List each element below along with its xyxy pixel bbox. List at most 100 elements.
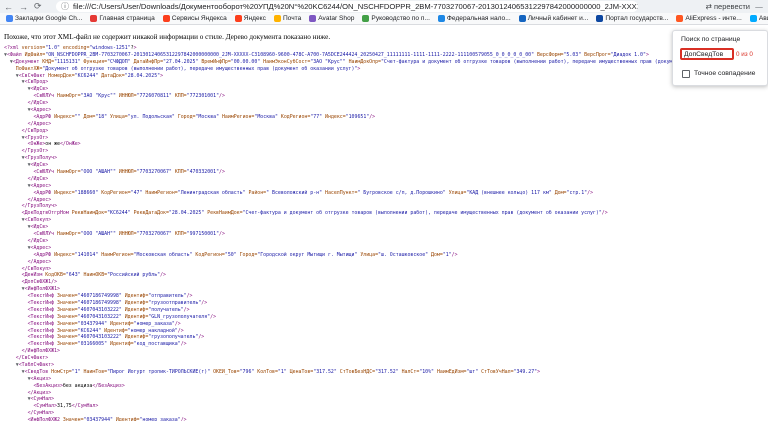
xml-line[interactable]: ▼<СвПокуп> [4,217,768,224]
translate-icon: ⇄ [705,2,712,11]
find-match-count: 0 из 0 [736,51,753,58]
bookmark-item[interactable]: Федеральная нало... [434,15,515,22]
bookmark-item[interactable]: AliExpress - инте... [672,15,745,22]
translate-label: перевести [713,2,750,11]
xml-line: ПоФактХЖ="Документ об отгрузке товаров (… [12,65,361,72]
xml-line: <АдрРФ Индекс="" Дом="18" Улица="ул. Под… [33,113,376,120]
find-in-page-popup: Поиск по странице ДопСведТов 0 из 0 Точн… [672,30,768,86]
bookmark-item[interactable]: Закладки Google Ch... [2,15,86,22]
xml-line[interactable]: ▼<Акциз> [4,376,768,383]
xml-line[interactable]: ▼<Адрес> [4,183,768,190]
xml-line[interactable]: ▼<ГрузПолуч> [4,155,768,162]
bookmark-item[interactable]: Почта [270,15,305,22]
bookmark-favicon-icon [6,15,13,22]
find-input[interactable]: ДопСведТов [680,48,734,60]
xml-line: </Адрес> [27,196,52,203]
xml-line: </Адрес> [27,258,52,265]
xml-line[interactable]: ▼<ИдСв> [4,224,768,231]
address-text[interactable]: file:///C:/Users/User/Downloads/Документ… [73,2,638,11]
bookmark-label: Авито | Объявле... [758,15,768,22]
bookmark-favicon-icon [437,15,445,22]
bookmark-favicon-icon [90,15,98,22]
bookmark-label: Портал государств... [605,15,669,22]
bookmark-item[interactable]: Главная страница [86,15,158,22]
bookmark-label: Закладки Google Ch... [15,15,83,22]
bookmark-item[interactable]: Руководство по п... [358,15,434,22]
xml-line: <БезАкциз>без акциза</БезАкциз> [33,382,125,389]
bookmark-label: Сервисы Яндекса [171,15,227,22]
xml-line: <АдрРФ Индекс="188660" КодРегион="47" На… [33,189,594,196]
xml-line: <ТекстИнф Значен="4607186749998" Идентиф… [27,293,193,300]
back-button[interactable]: ← [4,2,13,12]
xml-line: <ТекстИнф Значен="4607186749998" Идентиф… [27,299,208,306]
xml-line: <ТекстИнф Значен="03166005" Идентиф="код… [27,341,187,348]
xml-line: </ИнфПолФХЖ1> [21,348,60,355]
xml-line: </СвСчФакт> [15,355,49,362]
bookmark-favicon-icon [162,15,170,22]
xml-tree: <?xml version="1.0" encoding="windows-12… [4,45,768,421]
xml-line[interactable]: ▼<Адрес> [4,245,768,252]
toolbar-right: ⇄ перевести — [638,2,768,11]
xml-line[interactable]: ▼<Документ КНД="1115131" Функция="СЧФДОП… [4,59,768,66]
xml-line[interactable]: ▼<Адрес> [4,107,768,114]
xml-line: </ГрузПолуч> [21,203,58,210]
xml-line[interactable]: ▼<СвПрод> [4,79,768,86]
xml-line: </СвПокуп> [21,265,52,272]
bookmark-favicon-icon [362,15,370,22]
bookmark-item[interactable]: Портал государств... [592,15,672,22]
xml-line[interactable]: ▼<ИнфПолФХЖ1> [4,286,768,293]
xml-style-notice: Похоже, что этот XML-файл не содержит ни… [4,33,331,41]
bookmark-label: Руководство по п... [371,15,430,22]
xml-line: </СумНал> [27,410,55,417]
xml-line[interactable]: ▼<СумНал> [4,396,768,403]
bookmark-favicon-icon [309,15,317,22]
xml-line: <СумНал>31,75</СумНал> [33,403,99,410]
xml-line[interactable]: ▼<ТаблСчФакт> [4,362,768,369]
bookmarks-bar: Закладки Google Ch... Главная страница Сер… [0,13,768,25]
xml-line: <СвЮЛУч НаимОрг="ООО "АШАН"" ИННЮЛ="7703… [33,169,225,176]
bookmark-label: Главная страница [99,15,155,22]
xml-line[interactable]: ▼<СвСчФакт НомерДок="KC6244" ДатаДок="28… [4,73,768,80]
xml-line: <ТекстИнф Значен="4607043103222" Идентиф… [27,334,205,341]
xml-line: <СвЮЛУч НаимОрг="ООО "АШАН"" ИННЮЛ="7703… [33,231,225,238]
bookmark-label: AliExpress - инте... [685,15,742,22]
xml-line[interactable]: ▼<ИдСв> [4,162,768,169]
xml-line[interactable]: ▼<Файл ИдФайл="ON_NSCHFDOPPR_2BM-7703270… [4,52,768,59]
xml-line[interactable]: ▼<ГрузОт> [4,135,768,142]
bookmark-item[interactable]: Личный кабинет и... [515,15,593,22]
xml-line: </Акциз> [27,389,52,396]
bookmark-item[interactable]: Avatar Shop [305,15,358,22]
xml-line: <ТекстИнф Значен="4607043103222" Идентиф… [27,306,190,313]
xml-line: </ИдСв> [27,100,49,107]
exact-match-label[interactable]: Точное совпадение [694,70,755,77]
xml-line: <ТекстИнф Значен="03437944" Идентиф="ном… [27,320,181,327]
forward-button[interactable]: → [19,2,28,12]
xml-line: <АдрРФ Индекс="141014" НаимРегион="Моско… [33,251,458,258]
address-bar[interactable]: ⓘ file:///C:/Users/User/Downloads/Докуме… [56,1,638,12]
minimize-icon[interactable]: — [754,2,764,11]
bookmark-item[interactable]: Сервисы Яндекса [159,15,231,22]
bookmark-favicon-icon [749,15,757,22]
info-icon[interactable]: ⓘ [61,1,69,12]
xml-line[interactable]: ▼<СведТов НомСтр="1" НаимТов="Пирог Йогу… [4,369,768,376]
bookmark-label: Почта [282,15,302,22]
xml-line: </СвПрод> [21,127,49,134]
xml-line: </ГрузОт> [21,148,49,155]
bookmark-favicon-icon [596,15,604,22]
xml-line: <ИнфПолФХЖ2 Значен="03437944" Идентиф="н… [27,417,187,421]
translate-button[interactable]: ⇄ перевести [706,2,750,11]
xml-line: </ИдСв> [27,237,49,244]
bookmark-item[interactable]: Яндекс [231,15,270,22]
find-title: Поиск по странице [681,36,741,43]
bookmark-label: Яндекс [243,15,266,22]
bookmark-label: Личный кабинет и... [527,15,589,22]
xml-line[interactable]: ▼<ИдСв> [4,86,768,93]
bookmark-label: Федеральная нало... [446,15,511,22]
xml-line: <СвЮЛУч НаимОрг="ЗАО "Крус"" ИННЮЛ="7726… [33,93,225,100]
xml-line: <?xml version="1.0" encoding="windows-12… [4,45,137,51]
reload-button[interactable]: ⟳ [34,1,42,12]
xml-line: <ДенИзм КодОКВ="643" НаимОКВ="Российский… [21,272,166,279]
xml-line: </ИдСв> [27,175,49,182]
exact-match-checkbox[interactable] [682,70,690,78]
bookmark-item[interactable]: Авито | Объявле... [746,15,768,22]
